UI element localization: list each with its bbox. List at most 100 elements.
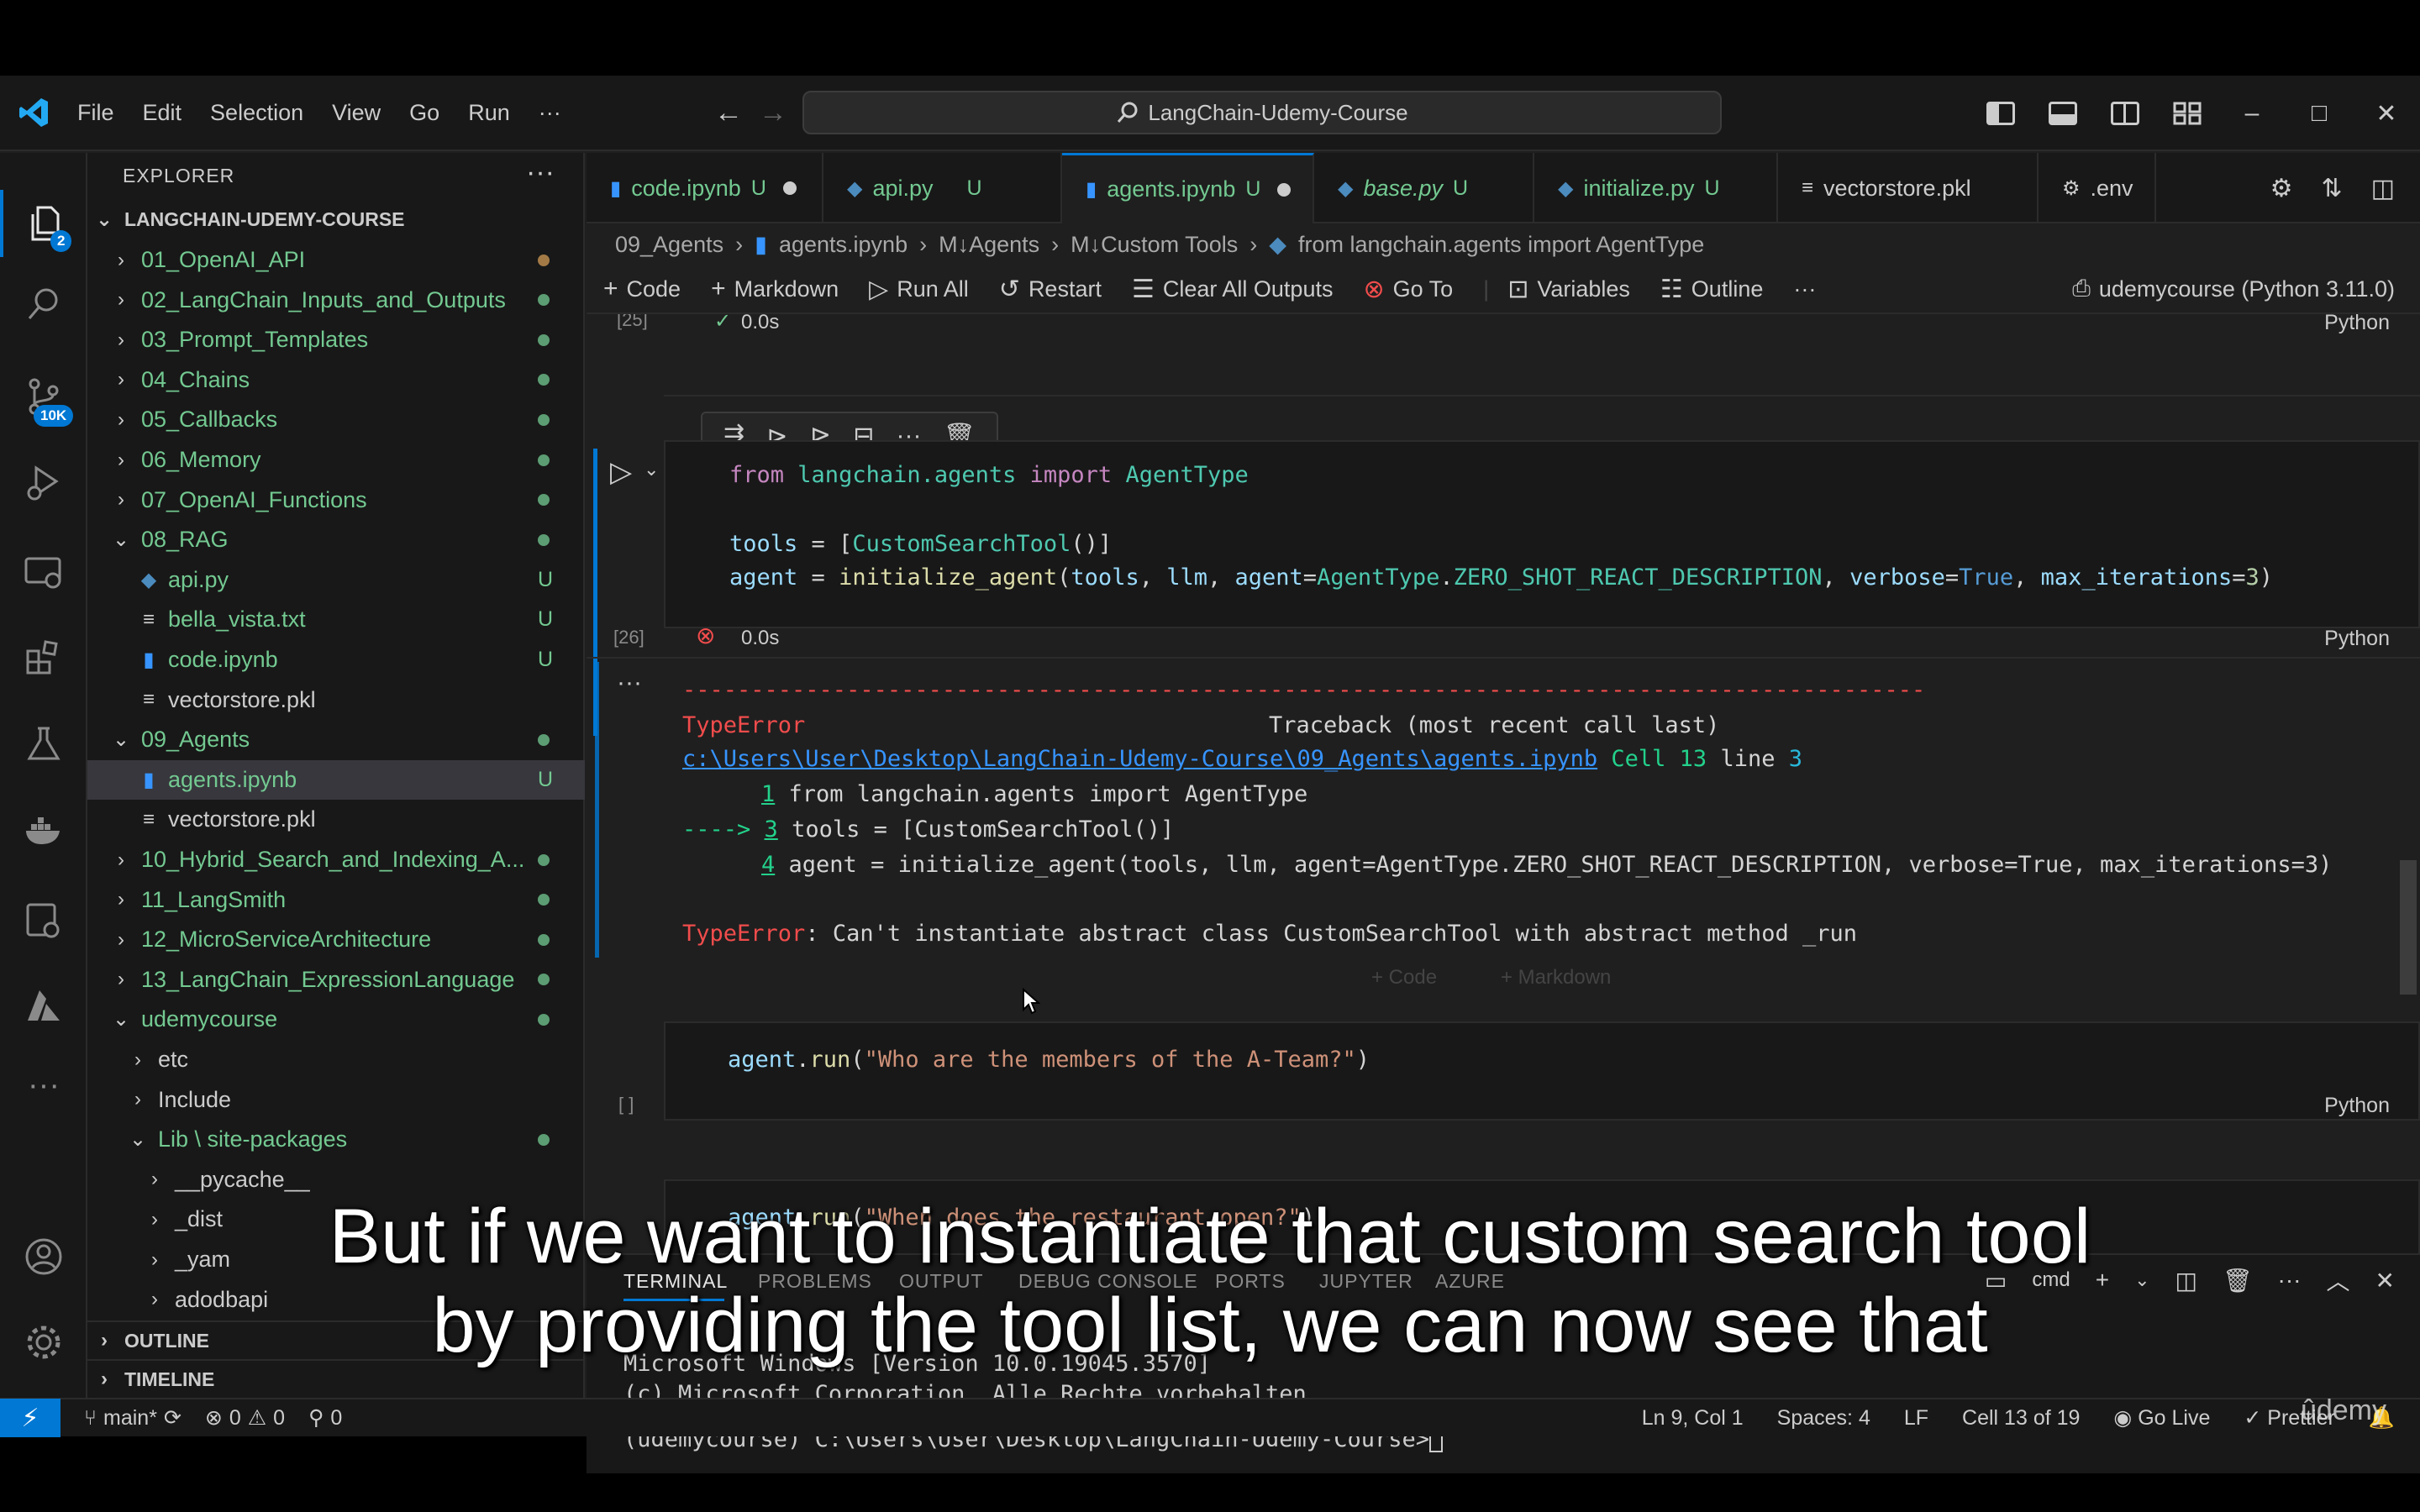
kernel-picker[interactable]: ⎙ udemycourse (Python 3.11.0): [2072, 276, 2395, 302]
cell-language[interactable]: Python: [2324, 627, 2390, 651]
tree-item[interactable]: › etc: [87, 1040, 585, 1079]
tree-item[interactable]: › 13_LangChain_ExpressionLanguage: [87, 960, 585, 1000]
sidebar-more-button[interactable]: ···: [526, 156, 555, 189]
search-activity[interactable]: [0, 270, 87, 338]
customize-layout-icon[interactable]: [2173, 102, 2202, 125]
tree-item[interactable]: ◆ api.py U: [87, 560, 585, 600]
source-control-activity[interactable]: 10K: [0, 363, 87, 430]
unsaved-dot-icon[interactable]: [782, 181, 797, 195]
settings-gear-icon[interactable]: ⚙: [2270, 174, 2293, 203]
tree-item[interactable]: ⌄ udemycourse: [87, 1000, 585, 1039]
tree-item[interactable]: ≡ vectorstore.pkl: [87, 680, 585, 720]
add-markdown-hint[interactable]: + Markdown: [1501, 966, 1611, 990]
go-live-button[interactable]: ◉ Go Live: [2113, 1405, 2210, 1431]
variables-button[interactable]: ⊡ Variables: [1507, 275, 1630, 304]
line-number[interactable]: 3: [765, 816, 778, 843]
toolbar-more-button[interactable]: ···: [1793, 276, 1816, 302]
indentation[interactable]: Spaces: 4: [1777, 1406, 1870, 1431]
tree-item[interactable]: › 12_MicroServiceArchitecture: [87, 920, 585, 959]
azure-activity[interactable]: [0, 973, 87, 1040]
breadcrumb-item[interactable]: agents.ipynb: [779, 232, 908, 258]
tree-item[interactable]: › 01_OpenAI_API: [87, 240, 585, 280]
compare-changes-icon[interactable]: ⇅: [2322, 174, 2343, 203]
back-arrow-icon[interactable]: ←: [714, 97, 743, 129]
menu-edit[interactable]: Edit: [143, 100, 182, 126]
goto-button[interactable]: ⊗ Go To: [1363, 275, 1453, 304]
line-number[interactable]: 4: [761, 852, 775, 878]
outline-button[interactable]: ☷ Outline: [1660, 275, 1763, 304]
toggle-primary-sidebar-icon[interactable]: [1986, 102, 2015, 125]
breadcrumb-item[interactable]: M↓Agents: [939, 232, 1039, 258]
output-more-icon[interactable]: ···: [617, 669, 642, 697]
menu-selection[interactable]: Selection: [210, 100, 303, 126]
add-markdown-cell-button[interactable]: + Markdown: [711, 275, 839, 303]
docker-activity[interactable]: [0, 796, 87, 864]
ports-indicator[interactable]: ⚲ 0: [308, 1405, 342, 1431]
toggle-secondary-sidebar-icon[interactable]: [2111, 102, 2139, 125]
toggle-panel-icon[interactable]: [2049, 102, 2077, 125]
remote-indicator[interactable]: ⚡: [0, 1399, 60, 1437]
clear-outputs-button[interactable]: ☰ Clear All Outputs: [1132, 275, 1334, 304]
menu-file[interactable]: File: [77, 100, 114, 126]
tab-agents-ipynb[interactable]: ▮ agents.ipynb U: [1062, 153, 1314, 223]
tree-item[interactable]: ⌄ Lib \ site-packages: [87, 1120, 585, 1159]
tree-item[interactable]: ▮ code.ipynb U: [87, 640, 585, 680]
breadcrumb-item[interactable]: from langchain.agents import AgentType: [1298, 232, 1704, 258]
code-cell-next[interactable]: agent.run("Who are the members of the A-…: [664, 1021, 2420, 1121]
menu-more[interactable]: ···: [539, 100, 561, 126]
cell-language[interactable]: Python: [2324, 314, 2390, 335]
forward-arrow-icon[interactable]: →: [759, 97, 787, 129]
add-code-cell-button[interactable]: + Code: [603, 275, 681, 303]
tree-item[interactable]: › 04_Chains: [87, 360, 585, 400]
tree-item[interactable]: › 03_Prompt_Templates: [87, 320, 585, 360]
tree-item[interactable]: ≡ bella_vista.txt U: [87, 600, 585, 639]
close-window-button[interactable]: ✕: [2370, 99, 2403, 129]
tree-item[interactable]: ▮ agents.ipynb U: [87, 759, 585, 800]
breadcrumb-item[interactable]: 09_Agents: [615, 232, 723, 258]
more-activities-icon[interactable]: ···: [0, 1052, 87, 1119]
tab-vectorstore-pkl[interactable]: ≡ vectorstore.pkl: [1778, 153, 2039, 223]
tab-api-py[interactable]: ◆ api.py U: [823, 153, 1062, 223]
problems-indicator[interactable]: ⊗ 0 ⚠ 0: [205, 1405, 285, 1431]
workspace-root[interactable]: ⌄ LANGCHAIN-UDEMY-COURSE: [87, 200, 585, 239]
tree-item[interactable]: › 02_LangChain_Inputs_and_Outputs: [87, 281, 585, 320]
explorer-activity[interactable]: 2: [0, 190, 87, 257]
tree-item[interactable]: › 11_LangSmith: [87, 880, 585, 920]
unsaved-dot-icon[interactable]: [1277, 182, 1292, 197]
tab-initialize-py[interactable]: ◆ initialize.py U: [1534, 153, 1778, 223]
tab-base-py[interactable]: ◆ base.py U: [1314, 153, 1534, 223]
tree-item[interactable]: › 10_Hybrid_Search_and_Indexing_A...: [87, 840, 585, 879]
split-editor-icon[interactable]: ◫: [2371, 174, 2395, 203]
chevron-down-icon[interactable]: ⌄: [644, 459, 659, 480]
add-code-hint[interactable]: + Code: [1371, 966, 1437, 990]
run-all-button[interactable]: ▷ Run All: [869, 275, 969, 304]
run-cell-button[interactable]: ▷: [610, 455, 632, 489]
notebook-scrollbar[interactable]: [2400, 860, 2417, 995]
run-debug-activity[interactable]: [0, 449, 87, 516]
breadcrumb-item[interactable]: M↓Custom Tools: [1071, 232, 1238, 258]
restart-button[interactable]: ↺ Restart: [999, 275, 1102, 304]
remote-manager-activity[interactable]: [0, 887, 87, 954]
traceback-file-link[interactable]: c:\Users\User\Desktop\LangChain-Udemy-Co…: [682, 746, 1597, 772]
cell-language[interactable]: Python: [2324, 1094, 2390, 1118]
testing-activity[interactable]: [0, 711, 87, 778]
tree-item[interactable]: ≡ vectorstore.pkl: [87, 800, 585, 839]
tree-item[interactable]: › Include: [87, 1080, 585, 1120]
remote-explorer-activity[interactable]: [0, 539, 87, 606]
tree-item[interactable]: › 05_Callbacks: [87, 400, 585, 439]
tree-item[interactable]: ⌄ 08_RAG: [87, 520, 585, 559]
command-center-search[interactable]: LangChain-Udemy-Course: [802, 91, 1722, 134]
tab-code-ipynb[interactable]: ▮ code.ipynb U: [587, 153, 823, 223]
line-number[interactable]: 1: [761, 781, 775, 807]
tab-env[interactable]: ⚙ .env: [2039, 153, 2156, 223]
cell-indicator[interactable]: Cell 13 of 19: [1962, 1406, 2080, 1431]
cursor-position[interactable]: Ln 9, Col 1: [1642, 1406, 1744, 1431]
menu-go[interactable]: Go: [409, 100, 439, 126]
tree-item[interactable]: › 06_Memory: [87, 440, 585, 480]
minimize-button[interactable]: –: [2235, 99, 2269, 128]
tree-item[interactable]: › 07_OpenAI_Functions: [87, 480, 585, 520]
extensions-activity[interactable]: [0, 625, 87, 692]
menu-run[interactable]: Run: [468, 100, 510, 126]
tree-item[interactable]: ⌄ 09_Agents: [87, 720, 585, 759]
end-of-line[interactable]: LF: [1904, 1406, 1928, 1431]
